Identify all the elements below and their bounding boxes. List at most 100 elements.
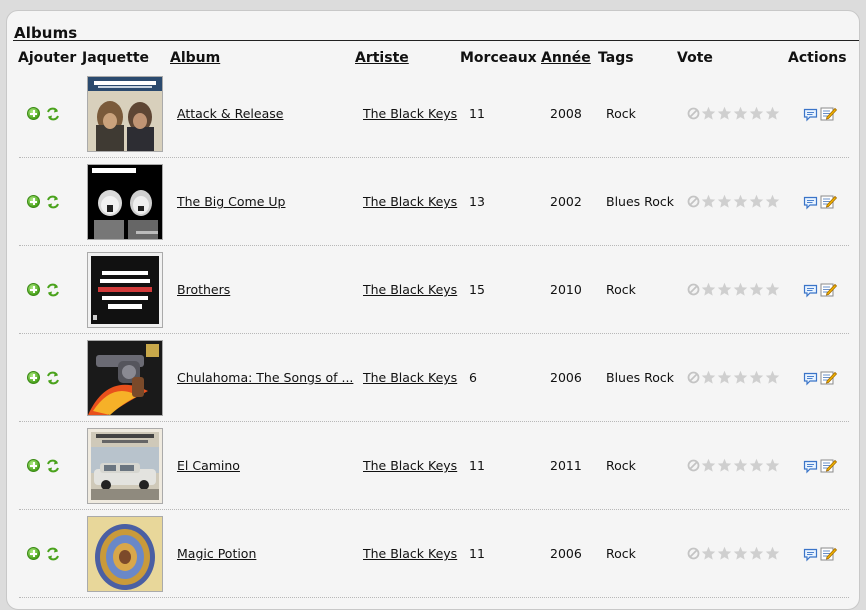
- comment-icon[interactable]: [803, 372, 818, 386]
- play-random-icon[interactable]: [46, 459, 60, 473]
- star-icon[interactable]: [717, 106, 732, 121]
- add-to-playlist-icon[interactable]: [27, 107, 40, 120]
- edit-icon[interactable]: [820, 369, 837, 386]
- add-to-playlist-icon[interactable]: [27, 195, 40, 208]
- album-cell: El Camino: [177, 422, 357, 509]
- cover-cell: [88, 334, 168, 421]
- album-link[interactable]: Magic Potion: [177, 546, 256, 561]
- star-icon[interactable]: [765, 370, 780, 385]
- comment-icon[interactable]: [803, 460, 818, 474]
- tracks-count: 11: [469, 546, 485, 561]
- star-icon[interactable]: [733, 282, 748, 297]
- add-cell: [27, 422, 67, 509]
- artist-link[interactable]: The Black Keys: [363, 370, 457, 385]
- star-icon[interactable]: [717, 458, 732, 473]
- no-rating-icon[interactable]: [687, 283, 700, 296]
- artist-link[interactable]: The Black Keys: [363, 458, 457, 473]
- rating-stars[interactable]: [687, 194, 780, 209]
- star-icon[interactable]: [717, 282, 732, 297]
- album-cover[interactable]: [88, 340, 162, 415]
- comment-icon[interactable]: [803, 196, 818, 210]
- star-icon[interactable]: [733, 458, 748, 473]
- no-rating-icon[interactable]: [687, 459, 700, 472]
- album-link[interactable]: El Camino: [177, 458, 240, 473]
- star-icon[interactable]: [733, 194, 748, 209]
- vote-cell: [687, 334, 787, 421]
- star-icon[interactable]: [765, 106, 780, 121]
- edit-icon[interactable]: [820, 193, 837, 210]
- header-tags: Tags: [598, 50, 634, 66]
- actions-cell: [803, 70, 843, 157]
- no-rating-icon[interactable]: [687, 371, 700, 384]
- add-to-playlist-icon[interactable]: [27, 547, 40, 560]
- edit-icon[interactable]: [820, 281, 837, 298]
- play-random-icon[interactable]: [46, 547, 60, 561]
- comment-icon[interactable]: [803, 108, 818, 122]
- edit-icon[interactable]: [820, 457, 837, 474]
- star-icon[interactable]: [717, 194, 732, 209]
- add-cell: [27, 158, 67, 245]
- star-icon[interactable]: [733, 546, 748, 561]
- star-icon[interactable]: [749, 194, 764, 209]
- star-icon[interactable]: [749, 282, 764, 297]
- album-link[interactable]: Attack & Release: [177, 106, 283, 121]
- year-value: 2002: [550, 194, 582, 209]
- add-to-playlist-icon[interactable]: [27, 371, 40, 384]
- star-icon[interactable]: [717, 546, 732, 561]
- add-to-playlist-icon[interactable]: [27, 459, 40, 472]
- edit-icon[interactable]: [820, 545, 837, 562]
- vote-cell: [687, 422, 787, 509]
- album-link[interactable]: Brothers: [177, 282, 230, 297]
- no-rating-icon[interactable]: [687, 547, 700, 560]
- table-row-2: The Big Come Up The Black Keys 13 2002 B…: [19, 158, 849, 246]
- star-icon[interactable]: [701, 546, 716, 561]
- star-icon[interactable]: [749, 106, 764, 121]
- album-cover[interactable]: [88, 164, 162, 239]
- album-cover[interactable]: [88, 76, 162, 151]
- album-link[interactable]: The Big Come Up: [177, 194, 285, 209]
- comment-icon[interactable]: [803, 284, 818, 298]
- star-icon[interactable]: [701, 106, 716, 121]
- tags-value: Rock: [606, 282, 636, 297]
- artist-link[interactable]: The Black Keys: [363, 282, 457, 297]
- star-icon[interactable]: [765, 546, 780, 561]
- header-album-sort[interactable]: Album: [170, 50, 220, 66]
- star-icon[interactable]: [765, 194, 780, 209]
- star-icon[interactable]: [717, 370, 732, 385]
- album-cover[interactable]: [88, 516, 162, 591]
- star-icon[interactable]: [701, 370, 716, 385]
- album-link[interactable]: Chulahoma: The Songs of ...: [177, 370, 353, 385]
- play-random-icon[interactable]: [46, 371, 60, 385]
- play-random-icon[interactable]: [46, 195, 60, 209]
- header-year-sort[interactable]: Année: [541, 50, 591, 66]
- edit-icon[interactable]: [820, 105, 837, 122]
- star-icon[interactable]: [733, 370, 748, 385]
- artist-link[interactable]: The Black Keys: [363, 546, 457, 561]
- no-rating-icon[interactable]: [687, 195, 700, 208]
- rating-stars[interactable]: [687, 546, 780, 561]
- rating-stars[interactable]: [687, 370, 780, 385]
- comment-icon[interactable]: [803, 548, 818, 562]
- star-icon[interactable]: [765, 282, 780, 297]
- star-icon[interactable]: [733, 106, 748, 121]
- rating-stars[interactable]: [687, 106, 780, 121]
- no-rating-icon[interactable]: [687, 107, 700, 120]
- play-random-icon[interactable]: [46, 107, 60, 121]
- star-icon[interactable]: [749, 370, 764, 385]
- play-random-icon[interactable]: [46, 283, 60, 297]
- rating-stars[interactable]: [687, 458, 780, 473]
- star-icon[interactable]: [765, 458, 780, 473]
- add-to-playlist-icon[interactable]: [27, 283, 40, 296]
- star-icon[interactable]: [749, 458, 764, 473]
- artist-link[interactable]: The Black Keys: [363, 194, 457, 209]
- add-cell: [27, 334, 67, 421]
- rating-stars[interactable]: [687, 282, 780, 297]
- artist-link[interactable]: The Black Keys: [363, 106, 457, 121]
- star-icon[interactable]: [701, 194, 716, 209]
- album-cover[interactable]: [88, 252, 162, 327]
- star-icon[interactable]: [701, 282, 716, 297]
- header-artist-sort[interactable]: Artiste: [355, 50, 409, 66]
- album-cover[interactable]: [88, 428, 162, 503]
- star-icon[interactable]: [701, 458, 716, 473]
- star-icon[interactable]: [749, 546, 764, 561]
